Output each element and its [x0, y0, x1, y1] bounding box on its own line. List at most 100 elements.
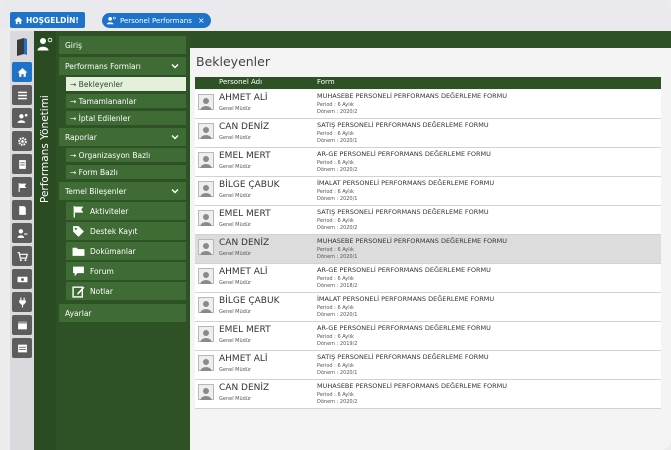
money-icon — [17, 276, 27, 282]
tab-personel-performans[interactable]: Personel Performans × — [102, 13, 211, 28]
submenu-organizasyon-bazli[interactable]: → Organizasyon Bazlı — [66, 148, 186, 162]
form-name: AR-GE PERSONELİ PERFORMANS DEĞERLEME FOR… — [317, 150, 491, 158]
icon-rail — [10, 31, 34, 450]
rail-table[interactable] — [12, 338, 32, 358]
menu-label: Performans Formları — [65, 61, 141, 71]
submenu-iptal-edilenler[interactable]: → İptal Edilenler — [66, 111, 186, 125]
top-bar: HOŞGELDİN! Personel Performans × — [0, 0, 671, 30]
home-button[interactable]: HOŞGELDİN! — [10, 12, 85, 28]
avatar — [198, 297, 214, 313]
menu-giris[interactable]: Giriş — [59, 36, 186, 54]
module-title: Performans Yönetimi — [39, 95, 51, 203]
rail-settings[interactable] — [12, 131, 32, 151]
form-name: İMALAT PERSONELİ PERFORMANS DEĞERLEME FO… — [317, 179, 495, 187]
flag-icon — [73, 205, 84, 217]
form-period: Period : 6 Aylık — [317, 392, 354, 398]
submenu-dokumanlar[interactable]: Dokümanlar — [66, 242, 186, 260]
personel-name: CAN DENİZ — [219, 383, 270, 393]
rail-user-settings[interactable] — [12, 108, 32, 128]
personel-name: EMEL MERT — [219, 151, 271, 161]
rail-window[interactable] — [12, 315, 32, 335]
menu-temel-bilesenler[interactable]: Temel Bileşenler — [59, 182, 186, 200]
user-icon — [200, 156, 212, 168]
plug-icon — [18, 297, 26, 307]
form-donem: Dönem : 2020/1 — [317, 138, 358, 144]
table-row[interactable]: CAN DENİZ Genel Müdür MUHASEBE PERSONELİ… — [195, 235, 661, 264]
rail-money[interactable] — [12, 269, 32, 289]
tab-label: Personel Performans — [120, 16, 192, 25]
rail-flag[interactable] — [12, 177, 32, 197]
submenu-form-bazli[interactable]: → Form Bazlı — [66, 165, 186, 179]
list-icon — [17, 91, 27, 99]
avatar — [198, 268, 214, 284]
gear-icon — [17, 136, 27, 146]
table-header: Personel Adı Form — [195, 77, 661, 89]
menu-raporlar[interactable]: Raporlar — [59, 128, 186, 146]
form-period: Period : 6 Aylık — [317, 160, 354, 166]
rail-home[interactable] — [12, 62, 32, 82]
table-row[interactable]: EMEL MERT Genel Müdür AR-GE PERSONELİ PE… — [195, 322, 661, 351]
submenu-bekleyenler[interactable]: → Bekleyenler — [66, 77, 186, 91]
submenu-notlar[interactable]: Notlar — [66, 282, 186, 300]
personel-name: CAN DENİZ — [219, 122, 270, 132]
personel-name: EMEL MERT — [219, 325, 271, 335]
rail-cart[interactable] — [12, 246, 32, 266]
submenu-label: Notlar — [90, 286, 113, 296]
rail-file[interactable] — [12, 200, 32, 220]
table-row[interactable]: BİLGE ÇABUK Genel Müdür İMALAT PERSONELİ… — [195, 177, 661, 206]
app-window: HOŞGELDİN! Personel Performans × Perform… — [0, 0, 671, 450]
submenu-forum[interactable]: Forum — [66, 262, 186, 280]
table-row[interactable]: CAN DENİZ Genel Müdür MUHASEBE PERSONELİ… — [195, 380, 661, 409]
form-donem: Dönem : 2020/1 — [317, 254, 358, 260]
form-period: Period : 6 Aylık — [317, 305, 354, 311]
user-icon — [200, 301, 212, 313]
column-header-personel: Personel Adı — [219, 78, 263, 86]
table-body: AHMET ALİ Genel Müdür MUHASEBE PERSONELİ… — [195, 90, 661, 409]
submenu-label: → Organizasyon Bazlı — [70, 150, 151, 160]
table-row[interactable]: CAN DENİZ Genel Müdür SATIŞ PERSONELİ PE… — [195, 119, 661, 148]
form-donem: Dönem : 2020/1 — [317, 370, 358, 376]
menu-ayarlar[interactable]: Ayarlar — [59, 304, 186, 322]
submenu-label: Destek Kayıt — [90, 226, 138, 236]
table-row[interactable]: AHMET ALİ Genel Müdür SATIŞ PERSONELİ PE… — [195, 351, 661, 380]
avatar — [198, 181, 214, 197]
table-row[interactable]: EMEL MERT Genel Müdür AR-GE PERSONELİ PE… — [195, 148, 661, 177]
menu-label: Ayarlar — [65, 308, 92, 318]
form-donem: Dönem : 2020/2 — [317, 399, 358, 405]
avatar — [198, 152, 214, 168]
edit-icon — [72, 285, 85, 298]
user-key-icon — [17, 228, 27, 238]
main-content: Bekleyenler Personel Adı Form AHMET ALİ … — [190, 31, 671, 450]
user-icon — [200, 388, 212, 400]
form-period: Period : 6 Aylık — [317, 247, 354, 253]
rail-document[interactable] — [12, 154, 32, 174]
form-name: SATIŞ PERSONELİ PERFORMANS DEĞERLEME FOR… — [317, 121, 489, 129]
table-row[interactable]: BİLGE ÇABUK Genel Müdür İMALAT PERSONELİ… — [195, 293, 661, 322]
rail-plug[interactable] — [12, 292, 32, 312]
table-row[interactable]: AHMET ALİ Genel Müdür MUHASEBE PERSONELİ… — [195, 90, 661, 119]
home-icon — [17, 67, 27, 77]
avatar — [198, 94, 214, 110]
submenu-label: Forum — [90, 266, 114, 276]
submenu-destek-kayit[interactable]: Destek Kayıt — [66, 222, 186, 240]
user-icon — [200, 330, 212, 342]
submenu-tamamlananlar[interactable]: → Tamamlananlar — [66, 94, 186, 108]
tab-close-icon[interactable]: × — [198, 16, 205, 25]
rail-user-key[interactable] — [12, 223, 32, 243]
menu-performans-formlari[interactable]: Performans Formları — [59, 57, 186, 75]
column-header-form: Form — [317, 78, 335, 86]
table-row[interactable]: EMEL MERT Genel Müdür SATIŞ PERSONELİ PE… — [195, 206, 661, 235]
form-period: Period : 6 Aylık — [317, 131, 354, 137]
form-name: AR-GE PERSONELİ PERFORMANS DEĞERLEME FOR… — [317, 266, 491, 274]
user-icon — [200, 272, 212, 284]
folder-icon — [72, 247, 85, 256]
table-row[interactable]: AHMET ALİ Genel Müdür AR-GE PERSONELİ PE… — [195, 264, 661, 293]
user-settings-icon — [17, 113, 27, 123]
avatar — [198, 210, 214, 226]
menu-label: Temel Bileşenler — [65, 186, 127, 196]
form-donem: Dönem : 2020/1 — [317, 196, 358, 202]
personel-name: AHMET ALİ — [219, 267, 268, 277]
form-period: Period : 6 Aylık — [317, 189, 354, 195]
submenu-aktiviteler[interactable]: Aktiviteler — [66, 202, 186, 220]
rail-list[interactable] — [12, 85, 32, 105]
